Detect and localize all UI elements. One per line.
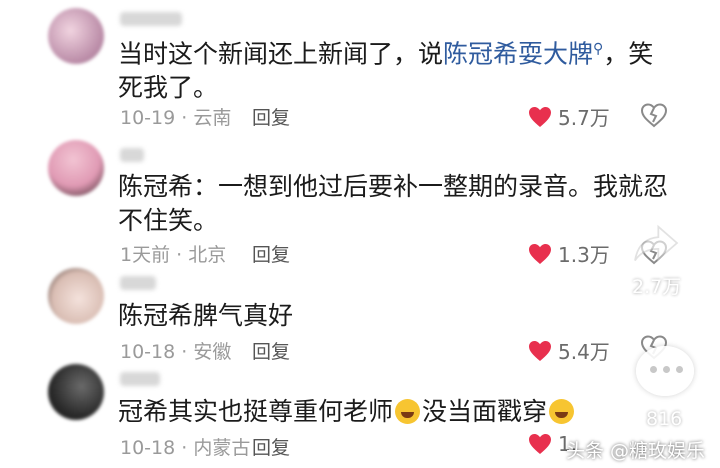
- heart-icon: [529, 434, 551, 454]
- comment-text: 冠希其实也挺尊重何老师 没当面戳穿: [118, 395, 678, 429]
- reply-button[interactable]: 回复: [252, 433, 290, 460]
- watermark: 头条 @糖玫娱乐: [566, 440, 706, 462]
- like-button[interactable]: 5.4万: [528, 336, 610, 365]
- like-count: 5.7万: [558, 106, 610, 130]
- comment-text: 当时这个新闻还上新闻了，说陈冠希耍大牌⚲，笑死我了。: [118, 39, 654, 103]
- like-button[interactable]: 1.3万: [528, 239, 610, 268]
- username-blurred[interactable]: [120, 12, 182, 26]
- username-blurred[interactable]: [120, 372, 160, 386]
- like-count: 1.3万: [558, 243, 610, 267]
- heart-icon: [529, 243, 551, 264]
- username-blurred[interactable]: [120, 148, 144, 162]
- comment-text: 陈冠希脾气真好: [118, 301, 294, 330]
- reply-button[interactable]: 回复: [252, 337, 290, 364]
- comment-text: 陈冠希：一想到他过后要补一整期的录音。我就忍不住笑。: [118, 172, 669, 235]
- share-icon[interactable]: [632, 222, 680, 264]
- comment-bubble-icon[interactable]: [636, 346, 694, 396]
- mention-link[interactable]: 陈冠希耍大牌: [443, 39, 593, 68]
- search-icon: ⚲: [593, 41, 604, 57]
- like-count: 5.4万: [558, 340, 610, 364]
- reply-button[interactable]: 回复: [252, 240, 290, 267]
- user-avatar[interactable]: [48, 268, 104, 324]
- reply-button[interactable]: 回复: [252, 103, 290, 130]
- dislike-icon[interactable]: [640, 102, 668, 128]
- user-avatar[interactable]: [48, 8, 104, 64]
- laughing-emoji-icon: [549, 399, 575, 424]
- like-button[interactable]: 5.7万: [528, 102, 610, 131]
- user-avatar[interactable]: [48, 140, 104, 196]
- comment-meta: 10-19 · 云南: [120, 107, 232, 129]
- laughing-emoji-icon: [395, 399, 421, 424]
- user-avatar[interactable]: [48, 364, 104, 420]
- comment-meta: 10-18 · 内蒙古: [120, 437, 251, 459]
- comment-meta: 1天前 · 北京: [120, 244, 227, 266]
- heart-icon: [529, 106, 551, 127]
- comment-meta: 10-18 · 安徽: [120, 341, 232, 363]
- username-blurred[interactable]: [120, 276, 156, 290]
- heart-icon: [529, 340, 551, 361]
- share-count: 2.7万: [632, 276, 682, 298]
